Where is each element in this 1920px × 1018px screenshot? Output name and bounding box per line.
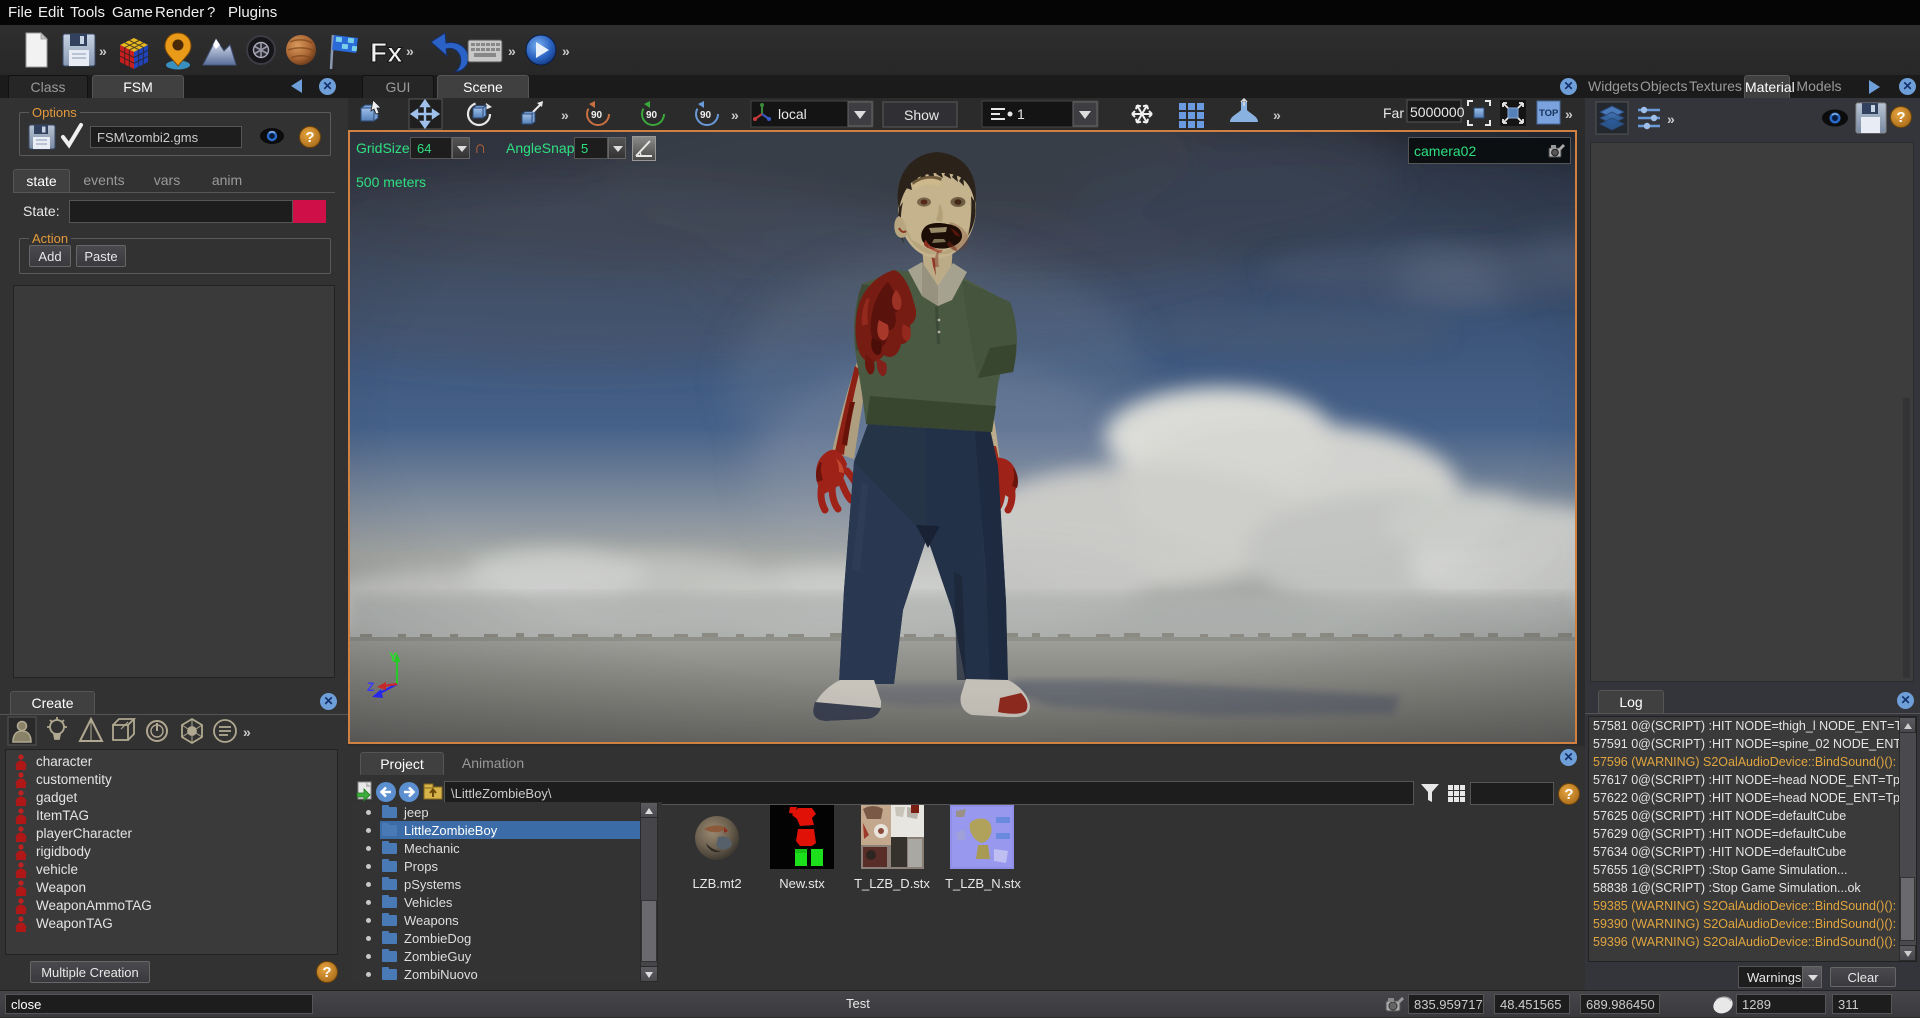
svg-text:»: »: [562, 43, 570, 59]
svg-text:Far: Far: [1383, 105, 1404, 121]
svg-text:»: »: [1667, 111, 1675, 127]
svg-text:local: local: [778, 106, 807, 122]
svg-text:»: »: [731, 107, 739, 123]
svg-text:»: »: [406, 43, 414, 59]
svg-text:»: »: [1565, 106, 1573, 122]
svg-text:Y: Y: [389, 650, 397, 664]
svg-text:»: »: [99, 43, 107, 59]
svg-text:90: 90: [700, 110, 712, 121]
svg-text:»: »: [561, 107, 569, 123]
svg-text:»: »: [508, 43, 516, 59]
svg-text:90: 90: [591, 110, 603, 121]
svg-text:TOP: TOP: [1539, 108, 1559, 119]
svg-text:1: 1: [1017, 106, 1025, 122]
svg-text:Z: Z: [367, 680, 374, 694]
svg-text:Fx: Fx: [370, 37, 403, 68]
svg-text:5000000: 5000000: [1410, 104, 1465, 120]
svg-text:Show: Show: [904, 107, 940, 123]
svg-text:»: »: [1273, 107, 1281, 123]
svg-text:90: 90: [646, 110, 658, 121]
svg-text:»: »: [243, 724, 251, 740]
